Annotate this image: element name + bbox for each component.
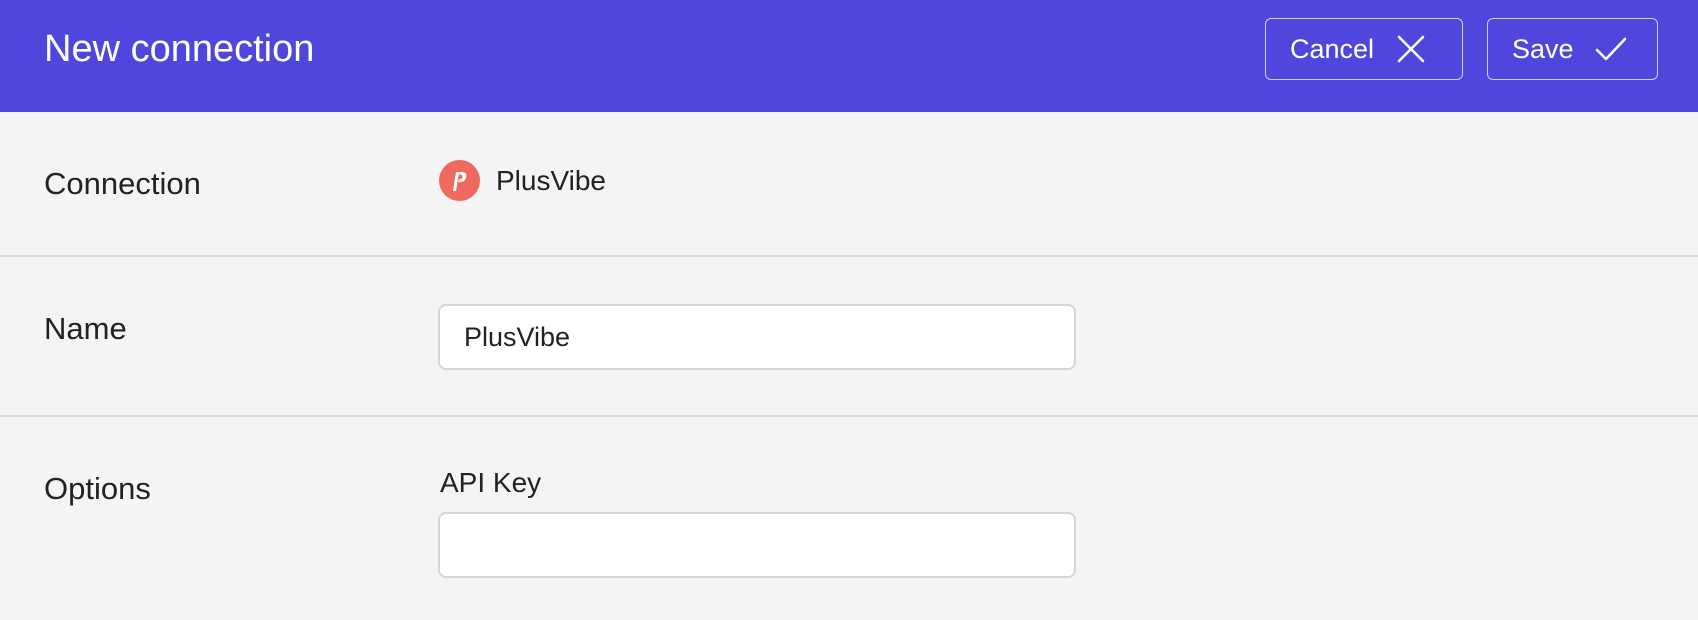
connection-label: Connection xyxy=(44,166,201,201)
name-label: Name xyxy=(44,311,127,346)
cancel-button[interactable]: Cancel xyxy=(1265,18,1463,80)
connection-app: PlusVibe xyxy=(439,160,606,201)
api-key-label: API Key xyxy=(440,467,542,498)
options-label: Options xyxy=(44,471,151,506)
connection-app-name: PlusVibe xyxy=(496,164,607,196)
close-icon xyxy=(1394,32,1428,66)
check-icon xyxy=(1594,32,1628,66)
api-key-input[interactable] xyxy=(438,512,1076,578)
row-divider xyxy=(0,255,1698,257)
row-divider xyxy=(0,415,1698,417)
page-title: New connection xyxy=(44,28,315,70)
save-button[interactable]: Save xyxy=(1487,18,1658,80)
header-bar: New connection Cancel Save xyxy=(0,0,1698,112)
plusvibe-logo-icon xyxy=(439,160,480,201)
name-input[interactable] xyxy=(438,304,1076,370)
cancel-button-label: Cancel xyxy=(1290,33,1375,64)
save-button-label: Save xyxy=(1512,33,1574,64)
